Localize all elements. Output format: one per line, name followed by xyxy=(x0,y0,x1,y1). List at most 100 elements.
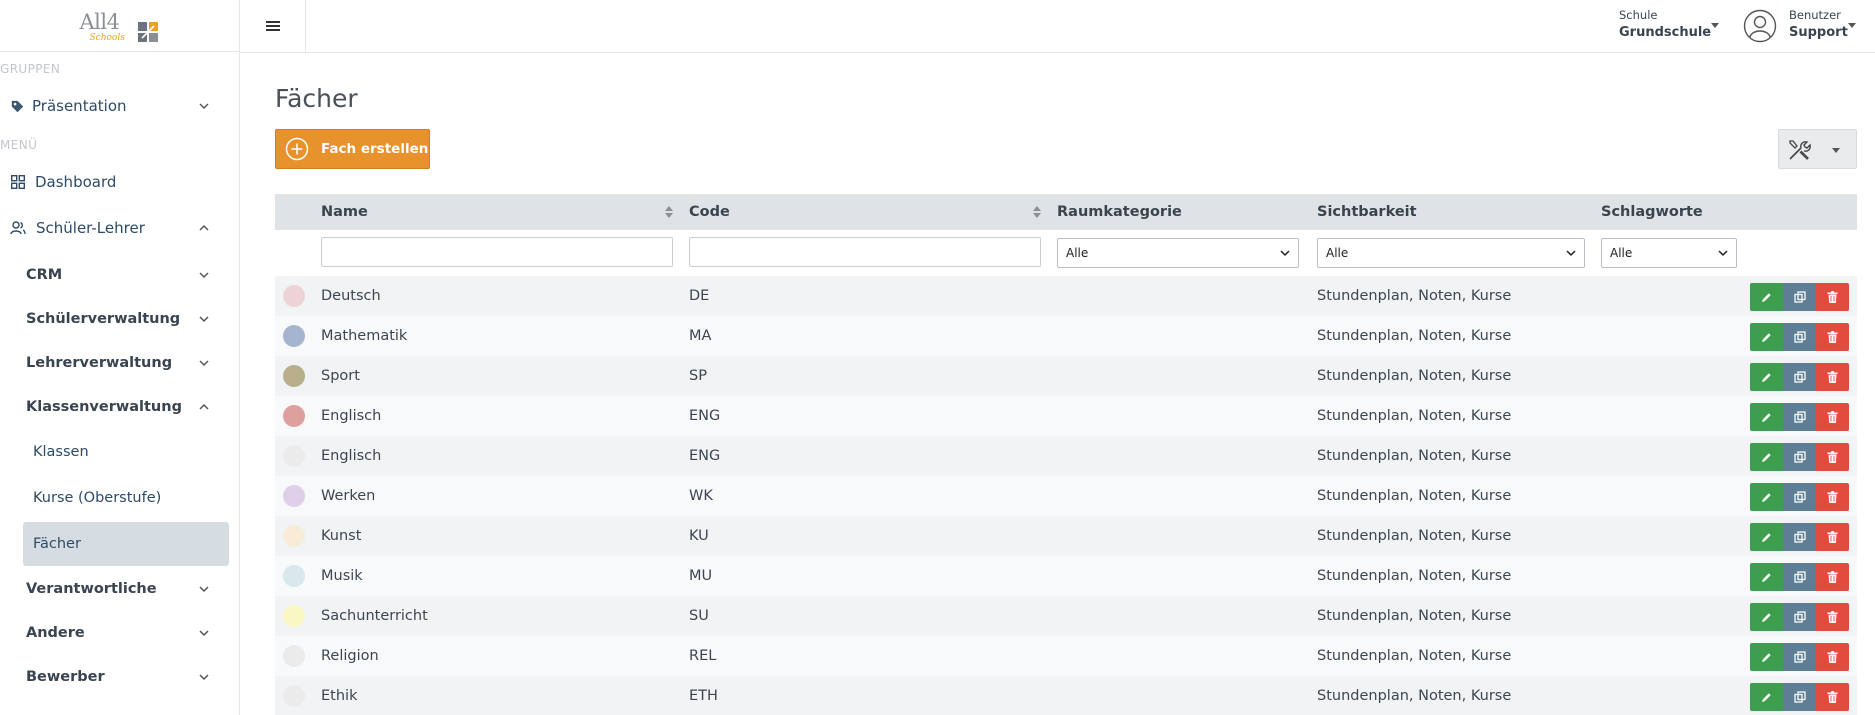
copy-button[interactable] xyxy=(1783,683,1816,711)
chevron-up-icon xyxy=(199,403,209,410)
sidebar-item-schueler-lehrer[interactable]: Schüler-Lehrer xyxy=(0,208,236,248)
sichtbarkeit-filter-select[interactable]: Alle xyxy=(1317,238,1585,268)
copy-button[interactable] xyxy=(1783,643,1816,671)
copy-icon xyxy=(1793,291,1806,303)
row-actions xyxy=(1750,483,1850,511)
delete-button[interactable] xyxy=(1816,603,1849,631)
copy-icon xyxy=(1793,531,1806,543)
tools-icon xyxy=(1789,140,1811,160)
subject-name: Kunst xyxy=(321,528,362,544)
sidebar-item-schuelerverwaltung[interactable]: Schülerverwaltung xyxy=(0,299,236,339)
edit-button[interactable] xyxy=(1750,483,1783,511)
sidebar-item-label: Kurse (Oberstufe) xyxy=(33,490,162,506)
sidebar-item-andere[interactable]: Andere xyxy=(0,613,236,653)
subject-code: SP xyxy=(689,368,707,384)
sidebar-item-klassenverwaltung[interactable]: Klassenverwaltung xyxy=(0,387,236,427)
chevron-down-icon xyxy=(199,630,209,637)
trash-icon xyxy=(1827,291,1838,303)
code-filter-input[interactable] xyxy=(689,237,1041,267)
sidebar-item-dashboard[interactable]: Dashboard xyxy=(0,162,236,202)
pencil-icon xyxy=(1761,292,1771,302)
edit-button[interactable] xyxy=(1750,363,1783,391)
school-dropdown[interactable]: Schule Grundschule xyxy=(1619,8,1711,40)
pencil-icon xyxy=(1761,692,1771,702)
edit-button[interactable] xyxy=(1750,643,1783,671)
delete-button[interactable] xyxy=(1816,483,1849,511)
menu-toggle-button[interactable] xyxy=(240,0,306,52)
col-header-raumkategorie: Raumkategorie xyxy=(1057,204,1182,220)
sidebar-item-label: Schüler-Lehrer xyxy=(36,219,145,237)
chevron-down-icon xyxy=(199,586,209,593)
subject-color-swatch xyxy=(283,685,305,707)
delete-button[interactable] xyxy=(1816,403,1849,431)
delete-button[interactable] xyxy=(1816,563,1849,591)
user-avatar-icon[interactable] xyxy=(1743,9,1777,43)
pencil-icon xyxy=(1761,452,1771,462)
edit-button[interactable] xyxy=(1750,563,1783,591)
edit-button[interactable] xyxy=(1750,283,1783,311)
sidebar-item-lehrerverwaltung[interactable]: Lehrerverwaltung xyxy=(0,343,236,383)
copy-button[interactable] xyxy=(1783,523,1816,551)
copy-icon xyxy=(1793,451,1806,463)
sidebar-item-kurse[interactable]: Kurse (Oberstufe) xyxy=(0,478,236,518)
copy-icon xyxy=(1793,611,1806,623)
edit-button[interactable] xyxy=(1750,523,1783,551)
sidebar-item-bewerber[interactable]: Bewerber xyxy=(0,657,236,697)
sidebar-item-label: Klassenverwaltung xyxy=(26,399,182,415)
delete-button[interactable] xyxy=(1816,363,1849,391)
edit-button[interactable] xyxy=(1750,403,1783,431)
sort-icon[interactable] xyxy=(664,205,674,219)
subject-color-swatch xyxy=(283,485,305,507)
copy-button[interactable] xyxy=(1783,443,1816,471)
copy-icon xyxy=(1793,691,1806,703)
sidebar-item-klassen[interactable]: Klassen xyxy=(0,432,236,472)
copy-button[interactable] xyxy=(1783,363,1816,391)
subject-color-swatch xyxy=(283,525,305,547)
user-dropdown[interactable]: Benutzer Support xyxy=(1789,8,1848,40)
raumkategorie-filter-select[interactable]: Alle xyxy=(1057,238,1299,268)
edit-button[interactable] xyxy=(1750,443,1783,471)
school-value: Grundschule xyxy=(1619,25,1712,40)
subject-sichtbarkeit: Stundenplan, Noten, Kurse xyxy=(1317,488,1512,504)
delete-button[interactable] xyxy=(1816,643,1849,671)
sidebar-item-verantwortliche[interactable]: Verantwortliche xyxy=(0,569,236,609)
sidebar-item-praesentation[interactable]: Präsentation xyxy=(0,86,236,126)
table-row: Musik MU Stundenplan, Noten, Kurse xyxy=(275,556,1857,596)
brand-tagline: Schools xyxy=(89,32,125,43)
col-header-name[interactable]: Name xyxy=(321,194,368,230)
row-actions xyxy=(1750,603,1850,631)
copy-icon xyxy=(1793,371,1806,383)
delete-button[interactable] xyxy=(1816,323,1849,351)
table-row: Werken WK Stundenplan, Noten, Kurse xyxy=(275,476,1857,516)
copy-button[interactable] xyxy=(1783,323,1816,351)
copy-button[interactable] xyxy=(1783,563,1816,591)
copy-button[interactable] xyxy=(1783,483,1816,511)
copy-button[interactable] xyxy=(1783,283,1816,311)
tools-dropdown-button[interactable] xyxy=(1778,129,1857,169)
edit-button[interactable] xyxy=(1750,323,1783,351)
brand-logo[interactable]: All4 Schools xyxy=(80,6,160,46)
sidebar-item-crm[interactable]: CRM xyxy=(0,255,236,295)
create-subject-button[interactable]: Fach erstellen xyxy=(275,129,430,169)
edit-button[interactable] xyxy=(1750,683,1783,711)
delete-button[interactable] xyxy=(1816,523,1849,551)
name-filter-input[interactable] xyxy=(321,237,673,267)
sort-icon[interactable] xyxy=(1032,205,1042,219)
col-header-code[interactable]: Code xyxy=(689,194,730,230)
trash-icon xyxy=(1827,531,1838,543)
row-actions xyxy=(1750,283,1850,311)
edit-button[interactable] xyxy=(1750,603,1783,631)
chevron-down-icon xyxy=(199,103,209,110)
chevron-down-icon xyxy=(199,360,209,367)
delete-button[interactable] xyxy=(1816,683,1849,711)
copy-button[interactable] xyxy=(1783,403,1816,431)
schlagworte-filter-select[interactable]: Alle xyxy=(1601,238,1737,268)
delete-button[interactable] xyxy=(1816,443,1849,471)
sidebar-item-faecher[interactable]: Fächer xyxy=(23,522,229,566)
pencil-icon xyxy=(1761,572,1771,582)
subject-code: MA xyxy=(689,328,712,344)
copy-button[interactable] xyxy=(1783,603,1816,631)
subject-code: ENG xyxy=(689,448,721,464)
delete-button[interactable] xyxy=(1816,283,1849,311)
pencil-icon xyxy=(1761,492,1771,502)
